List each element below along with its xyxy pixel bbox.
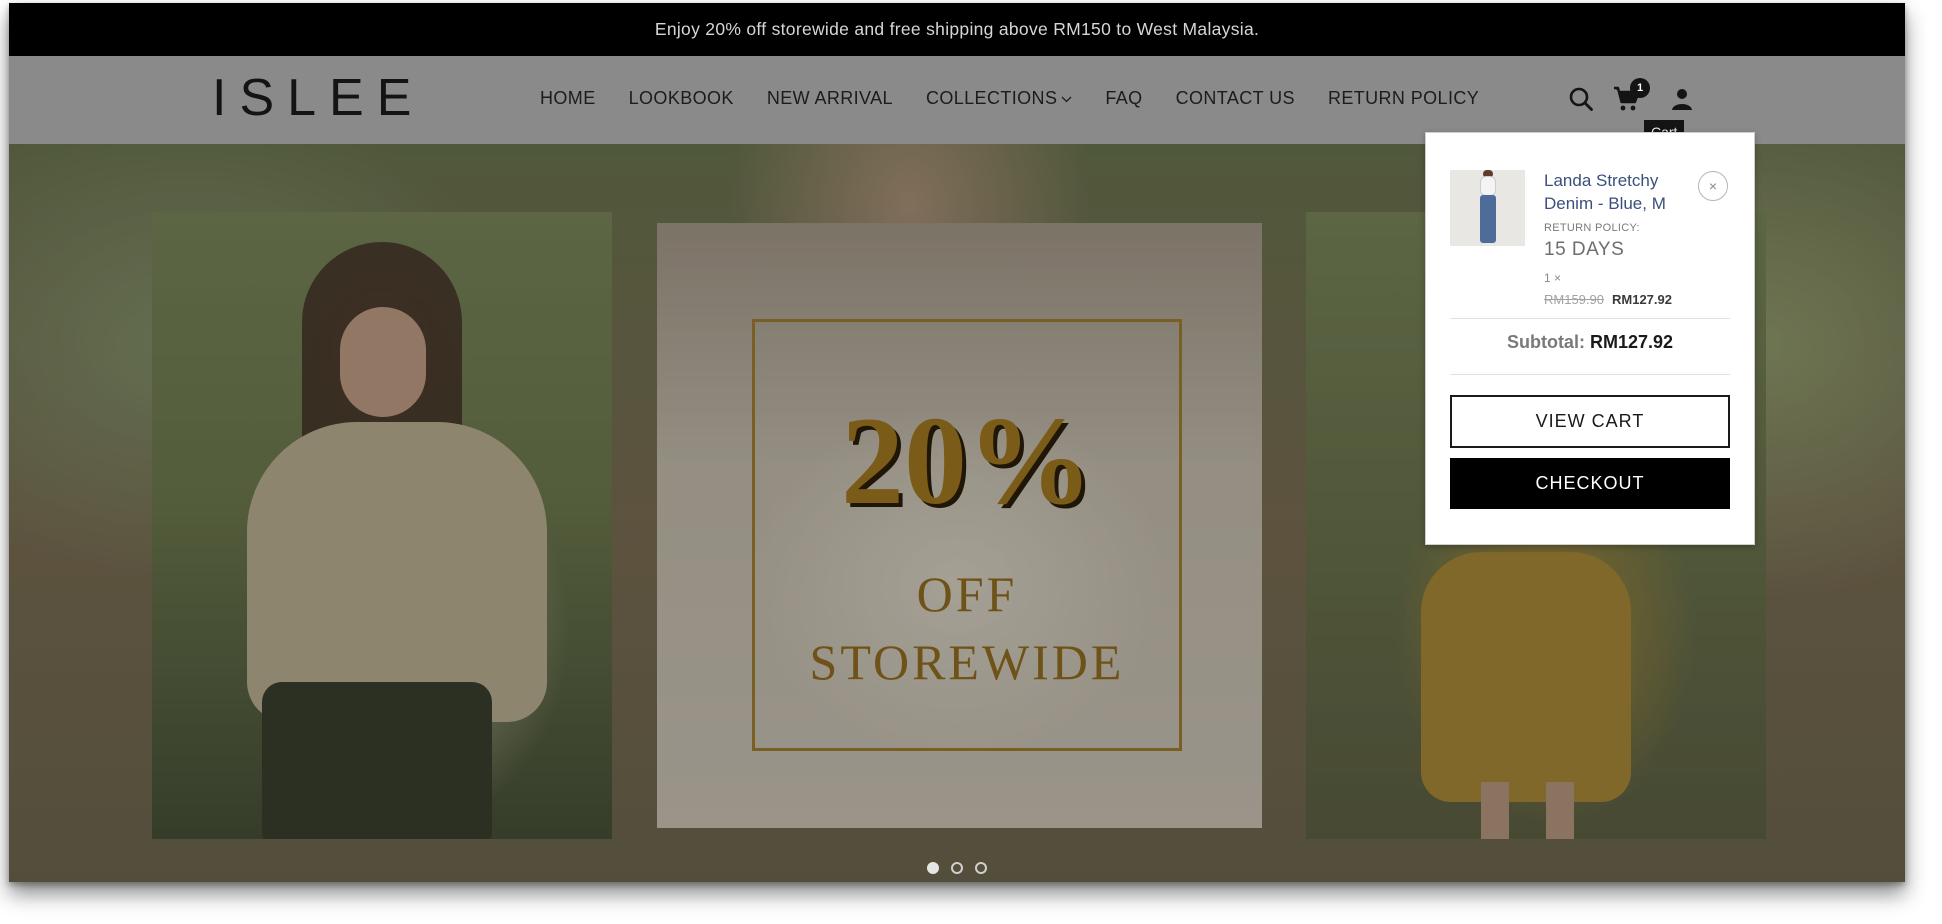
nav-new-arrival[interactable]: NEW ARRIVAL bbox=[767, 88, 893, 109]
promo-line-storewide: STOREWIDE bbox=[809, 634, 1125, 690]
return-policy-label: RETURN POLICY: bbox=[1544, 222, 1640, 234]
search-icon[interactable] bbox=[1566, 84, 1596, 114]
chevron-down-icon bbox=[1061, 94, 1072, 106]
remove-item-button[interactable]: × bbox=[1698, 171, 1728, 201]
nav-contact-us[interactable]: CONTACT US bbox=[1176, 88, 1295, 109]
cart-item-thumbnail[interactable] bbox=[1450, 170, 1525, 246]
nav-lookbook[interactable]: LOOKBOOK bbox=[629, 88, 734, 109]
mini-cart-dropdown: Landa Stretchy Denim - Blue, M × RETURN … bbox=[1425, 132, 1755, 545]
cart-count-badge: 1 bbox=[1630, 78, 1650, 98]
slider-dot[interactable] bbox=[927, 862, 939, 874]
account-icon[interactable] bbox=[1667, 84, 1697, 114]
cart-subtotal: Subtotal: RM127.92 bbox=[1450, 332, 1730, 353]
checkout-button[interactable]: CHECKOUT bbox=[1450, 458, 1730, 509]
site-header: ISLEE HOME LOOKBOOK NEW ARRIVAL COLLECTI… bbox=[9, 56, 1905, 144]
nav-home[interactable]: HOME bbox=[540, 88, 596, 109]
site-logo[interactable]: ISLEE bbox=[212, 72, 424, 124]
divider bbox=[1450, 318, 1730, 319]
return-policy-value: 15 DAYS bbox=[1544, 239, 1625, 260]
nav-faq[interactable]: FAQ bbox=[1105, 88, 1142, 109]
view-cart-button[interactable]: VIEW CART bbox=[1450, 395, 1730, 448]
announcement-text: Enjoy 20% off storewide and free shippin… bbox=[654, 19, 1260, 39]
cart-item-quantity: 1 × bbox=[1544, 271, 1562, 285]
promo-line-off: OFF bbox=[916, 566, 1018, 622]
promo-percentage: 20% bbox=[841, 392, 1093, 531]
close-icon: × bbox=[1708, 178, 1718, 194]
subtotal-amount: RM127.92 bbox=[1589, 332, 1674, 352]
cart-item-price: RM127.92 bbox=[1612, 292, 1672, 307]
browser-page: Enjoy 20% off storewide and free shippin… bbox=[9, 3, 1905, 882]
nav-collections[interactable]: COLLECTIONS bbox=[926, 88, 1072, 109]
divider bbox=[1450, 374, 1730, 375]
slider-dots bbox=[9, 862, 1905, 874]
subtotal-label: Subtotal: bbox=[1506, 332, 1585, 352]
cart-item-original-price: RM159.90 bbox=[1544, 292, 1604, 307]
announcement-bar: Enjoy 20% off storewide and free shippin… bbox=[9, 3, 1905, 56]
cart-icon[interactable]: 1 bbox=[1612, 78, 1650, 114]
nav-return-policy[interactable]: RETURN POLICY bbox=[1328, 88, 1479, 109]
cart-item-name[interactable]: Landa Stretchy Denim - Blue, M bbox=[1544, 169, 1674, 215]
slider-dot[interactable] bbox=[975, 862, 987, 874]
main-nav: HOME LOOKBOOK NEW ARRIVAL COLLECTIONS FA… bbox=[540, 88, 1512, 109]
slider-dot[interactable] bbox=[951, 862, 963, 874]
